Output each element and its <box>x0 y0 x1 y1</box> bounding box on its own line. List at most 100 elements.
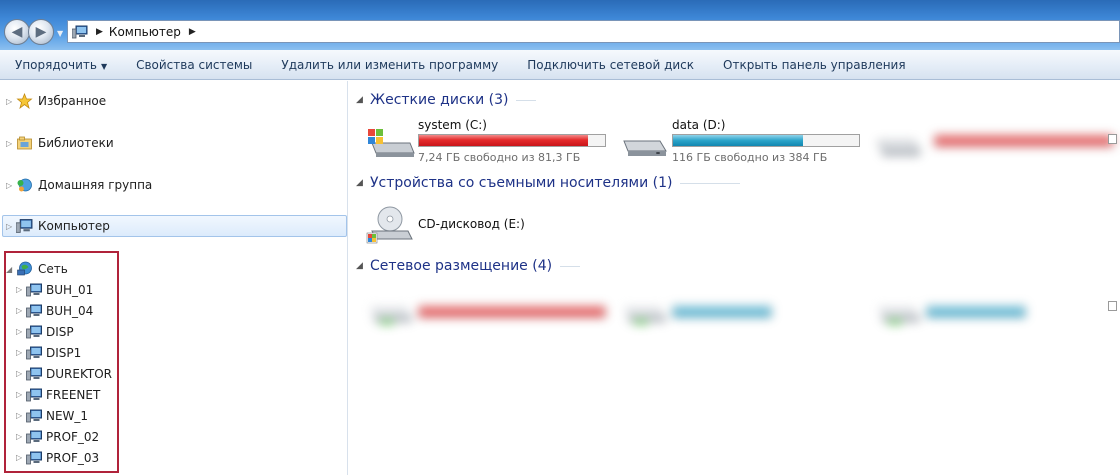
address-bar[interactable]: ▶ Компьютер ▶ <box>67 20 1120 43</box>
nav-network-computer[interactable]: ▷ PROF_03 <box>16 447 99 468</box>
expand-arrow-icon[interactable]: ▷ <box>16 453 26 462</box>
drive-usage-fill <box>935 135 1113 146</box>
drive-usage-fill <box>673 306 771 317</box>
computer-icon <box>26 409 42 422</box>
drive-blurred[interactable] <box>874 115 1120 165</box>
nav-item-libraries[interactable]: ▷ Библиотеки <box>6 132 114 154</box>
nav-item-label: Домашняя группа <box>38 178 153 192</box>
collapse-arrow-icon[interactable]: ◢ <box>6 265 16 274</box>
expand-arrow-icon[interactable]: ▷ <box>16 411 26 420</box>
nav-item-label: Библиотеки <box>38 136 114 150</box>
uninstall-program-button[interactable]: Удалить или изменить программу <box>272 58 507 72</box>
back-button[interactable]: ◀ <box>4 19 30 45</box>
drive-usage-fill <box>419 135 589 146</box>
network-drive-icon <box>878 307 920 325</box>
nav-network-computer[interactable]: ▷ FREENET <box>16 384 100 405</box>
nav-network-computer[interactable]: ▷ NEW_1 <box>16 405 88 426</box>
title-bar: ◀ ▶ ▼ ▶ Компьютер ▶ <box>0 0 1120 50</box>
drive-name: system (C:) <box>418 118 487 132</box>
network-location-3[interactable] <box>874 281 1108 331</box>
map-network-drive-button[interactable]: Подключить сетевой диск <box>518 58 703 72</box>
expand-arrow-icon[interactable]: ▷ <box>16 348 26 357</box>
expand-arrow-icon[interactable]: ▷ <box>16 327 26 336</box>
drive-d[interactable]: data (D:) 116 ГБ свободно из 384 ГБ <box>620 115 870 165</box>
drive-usage-bar <box>672 305 772 318</box>
expand-arrow-icon[interactable]: ▷ <box>16 285 26 294</box>
group-divider <box>680 182 741 184</box>
computer-icon <box>26 451 42 464</box>
arrow-left-icon: ◀ <box>11 24 23 40</box>
drive-e[interactable]: CD-дисковод (E:) <box>366 199 616 249</box>
computer-icon <box>26 283 42 296</box>
nav-network-computer[interactable]: ▷ PROF_02 <box>16 426 99 447</box>
nav-item-homegroup[interactable]: ▷ Домашняя группа <box>6 174 152 196</box>
nav-item-network[interactable]: ◢ Сеть <box>6 258 68 280</box>
expand-arrow-icon[interactable]: ▷ <box>6 181 16 190</box>
computer-icon <box>26 304 42 317</box>
computer-icon <box>26 367 42 380</box>
drive-usage-fill <box>419 306 605 317</box>
nav-network-computer[interactable]: ▷ BUH_04 <box>16 300 93 321</box>
expand-arrow-icon[interactable]: ▷ <box>6 139 16 148</box>
nav-item-computer[interactable]: ▷ Компьютер <box>6 215 110 237</box>
nav-network-computer[interactable]: ▷ DISP1 <box>16 342 81 363</box>
expand-arrow-icon[interactable]: ▷ <box>6 97 16 106</box>
scroll-edge-marker <box>1108 301 1117 311</box>
nav-item-label: DUREKTOR <box>46 366 112 381</box>
hard-drive-icon <box>877 140 921 156</box>
content-pane: ◢ Жесткие диски (3) system (C:) 7,24 ГБ … <box>350 81 1120 475</box>
expand-arrow-icon[interactable]: ▷ <box>6 222 16 231</box>
collapse-arrow-icon[interactable]: ◢ <box>356 95 370 105</box>
network-drive-icon <box>624 307 666 325</box>
forward-button[interactable]: ▶ <box>28 19 54 45</box>
drive-c[interactable]: system (C:) 7,24 ГБ свободно из 81,3 ГБ <box>366 115 616 165</box>
breadcrumb-arrow-icon[interactable]: ▶ <box>96 27 103 37</box>
nav-item-label: Сеть <box>38 262 68 276</box>
drive-usage-bar <box>418 134 606 147</box>
star-icon <box>16 93 33 109</box>
group-header-network[interactable]: ◢ Сетевое размещение (4) <box>356 256 581 276</box>
network-drive-icon <box>370 307 412 325</box>
network-icon <box>17 261 32 276</box>
expand-arrow-icon[interactable]: ▷ <box>16 432 26 441</box>
nav-item-label: DISP1 <box>46 345 82 360</box>
group-header-hard-drives[interactable]: ◢ Жесткие диски (3) <box>356 90 537 110</box>
recent-pages-dropdown[interactable]: ▼ <box>57 29 63 38</box>
expand-arrow-icon[interactable]: ▷ <box>16 390 26 399</box>
arrow-right-icon: ▶ <box>35 24 47 40</box>
nav-item-label: Избранное <box>38 94 107 108</box>
homegroup-icon <box>17 178 32 192</box>
nav-item-favorites[interactable]: ▷ Избранное <box>6 90 106 112</box>
system-properties-button[interactable]: Свойства системы <box>127 58 261 72</box>
network-location-2[interactable] <box>620 281 870 331</box>
nav-item-label: BUH_04 <box>46 303 94 318</box>
drive-name: data (D:) <box>672 118 726 132</box>
collapse-arrow-icon[interactable]: ◢ <box>356 261 370 271</box>
organize-button[interactable]: Упорядочить ▼ <box>6 58 116 72</box>
nav-item-label: BUH_01 <box>46 282 94 297</box>
nav-network-computer[interactable]: ▷ BUH_01 <box>16 279 93 300</box>
computer-icon <box>26 388 42 401</box>
group-title: Жесткие диски (3) <box>370 92 509 108</box>
nav-item-label: PROF_03 <box>46 450 100 465</box>
collapse-arrow-icon[interactable]: ◢ <box>356 178 370 188</box>
nav-network-computer[interactable]: ▷ DUREKTOR <box>16 363 112 384</box>
computer-icon <box>72 25 88 38</box>
group-divider <box>560 265 581 267</box>
nav-network-computer[interactable]: ▷ DISP <box>16 321 74 342</box>
open-control-panel-button[interactable]: Открыть панель управления <box>714 58 915 72</box>
breadcrumb-arrow-icon[interactable]: ▶ <box>189 27 196 37</box>
network-location-1[interactable] <box>366 281 616 331</box>
drive-free-space: 7,24 ГБ свободно из 81,3 ГБ <box>418 151 581 164</box>
drive-usage-bar <box>672 134 860 147</box>
library-icon <box>17 136 32 150</box>
chevron-down-icon: ▼ <box>100 61 108 71</box>
drive-usage-bar <box>926 305 1026 318</box>
nav-item-label: FREENET <box>46 387 101 402</box>
expand-arrow-icon[interactable]: ▷ <box>16 306 26 315</box>
drive-name: CD-дисковод (E:) <box>418 217 525 231</box>
group-header-removable[interactable]: ◢ Устройства со съемными носителями (1) <box>356 173 741 193</box>
cd-drive-icon <box>366 206 413 244</box>
breadcrumb-computer[interactable]: Компьютер <box>109 25 181 39</box>
expand-arrow-icon[interactable]: ▷ <box>16 369 26 378</box>
